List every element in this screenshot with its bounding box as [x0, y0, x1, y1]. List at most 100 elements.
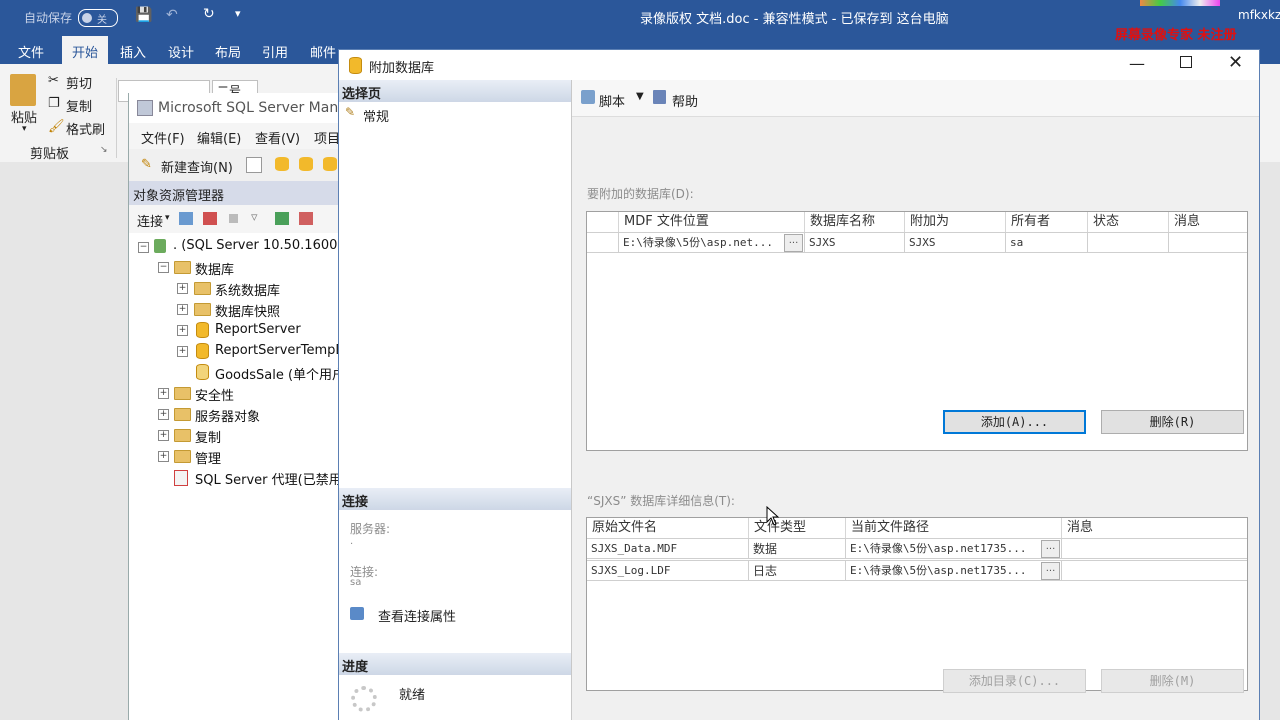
paste-dropdown-icon[interactable]: ▾ — [22, 124, 27, 134]
tree-reportservertempdb[interactable]: ReportServerTempDB — [215, 343, 354, 358]
ssms-window: Microsoft SQL Server Management Studio 文… — [128, 93, 450, 720]
col-message[interactable]: 消息 — [1169, 212, 1247, 232]
col-current-file-path[interactable]: 当前文件路径 — [846, 518, 1062, 538]
menu-view[interactable]: 查看(V) — [255, 128, 300, 147]
col-original-file-name[interactable]: 原始文件名 — [587, 518, 749, 538]
cell-file-path[interactable]: E:\待录像\5份\asp.net1735... — [846, 561, 1062, 581]
refresh-icon[interactable] — [275, 212, 289, 225]
undo-icon[interactable]: ↶ — [166, 7, 178, 23]
col-message[interactable]: 消息 — [1062, 518, 1247, 538]
format-painter-button[interactable]: 格式刷 — [66, 119, 105, 138]
script-icon — [581, 90, 595, 104]
tree-replication[interactable]: 复制 — [195, 427, 221, 446]
close-icon[interactable]: ✕ — [1228, 52, 1243, 73]
remove-file-button[interactable]: 删除(M) — [1101, 669, 1244, 693]
menu-edit[interactable]: 编辑(E) — [197, 128, 241, 147]
browse-path-button[interactable]: ... — [1041, 562, 1060, 580]
browse-mdf-button[interactable]: ... — [784, 234, 803, 252]
add-catalog-button[interactable]: 添加目录(C)... — [943, 669, 1086, 693]
tab-design[interactable]: 设计 — [168, 42, 194, 61]
dmx-query-icon[interactable] — [323, 157, 337, 171]
tree-databases[interactable]: 数据库 — [195, 259, 234, 278]
customize-toolbar-icon[interactable]: ▾ — [235, 7, 241, 20]
db-query-icon[interactable] — [275, 157, 289, 171]
col-file-type[interactable]: 文件类型 — [749, 518, 846, 538]
col-status[interactable]: 状态 — [1088, 212, 1169, 232]
dialog-content: 脚本 ▼ 帮助 要附加的数据库(D): MDF 文件位置 数据库名称 附加为 所… — [572, 80, 1259, 720]
cell-status — [1088, 233, 1169, 253]
help-button[interactable]: 帮助 — [672, 91, 698, 110]
filter-icon[interactable]: ▿ — [251, 210, 258, 225]
expand-icon[interactable]: + — [177, 325, 188, 336]
remove-button[interactable]: 删除(R) — [1101, 410, 1244, 434]
expand-icon[interactable]: + — [158, 388, 169, 399]
save-icon[interactable]: 💾 — [135, 7, 152, 23]
tab-mailings[interactable]: 邮件 — [310, 42, 336, 61]
connect-dropdown-icon[interactable]: ▾ — [165, 213, 170, 223]
col-database-name[interactable]: 数据库名称 — [805, 212, 905, 232]
add-button[interactable]: 添加(A)... — [943, 410, 1086, 434]
maximize-icon[interactable] — [1180, 56, 1192, 68]
connect-icon[interactable] — [179, 212, 193, 225]
view-connection-properties-link[interactable]: 查看连接属性 — [378, 606, 456, 625]
redo-icon[interactable]: ↻ — [203, 6, 215, 22]
page-general[interactable]: 常规 — [363, 106, 389, 125]
tree-reportserver[interactable]: ReportServer — [215, 322, 301, 337]
row-selector[interactable] — [587, 233, 619, 253]
tree-security[interactable]: 安全性 — [195, 385, 234, 404]
table-row[interactable]: E:\待录像\5份\asp.net... ... SJXS SJXS sa — [587, 232, 1247, 253]
expand-icon[interactable]: + — [158, 430, 169, 441]
copy-button[interactable]: 复制 — [66, 96, 92, 115]
browse-path-button[interactable]: ... — [1041, 540, 1060, 558]
table-row[interactable]: SJXS_Log.LDF 日志 E:\待录像\5份\asp.net1735...… — [587, 560, 1247, 581]
tab-file[interactable]: 文件 — [18, 42, 44, 61]
tree-management[interactable]: 管理 — [195, 448, 221, 467]
tab-references[interactable]: 引用 — [262, 42, 288, 61]
mdx-query-icon[interactable] — [299, 157, 313, 171]
tree-database-snapshots[interactable]: 数据库快照 — [215, 301, 280, 320]
stop-icon[interactable] — [229, 214, 238, 223]
collapse-databases-icon[interactable]: − — [158, 262, 169, 273]
cell-owner[interactable]: sa — [1006, 233, 1088, 253]
cut-button[interactable]: 剪切 — [66, 73, 92, 92]
row-selector-header — [587, 212, 619, 232]
cell-mdf-location[interactable]: E:\待录像\5份\asp.net... — [619, 233, 805, 253]
col-attach-as[interactable]: 附加为 — [905, 212, 1006, 232]
connect-button[interactable]: 连接 — [137, 211, 163, 230]
disconnect-icon[interactable] — [203, 212, 217, 225]
col-mdf-location[interactable]: MDF 文件位置 — [619, 212, 805, 232]
expand-icon[interactable]: + — [177, 283, 188, 294]
menu-file[interactable]: 文件(F) — [141, 128, 185, 147]
tree-goodssale[interactable]: GoodsSale (单个用户) — [215, 364, 350, 383]
table-row[interactable]: SJXS_Data.MDF 数据 E:\待录像\5份\asp.net1735..… — [587, 538, 1247, 559]
paste-icon[interactable] — [10, 74, 36, 106]
expand-icon[interactable]: + — [158, 409, 169, 420]
cell-database-name[interactable]: SJXS — [805, 233, 905, 253]
menu-project[interactable]: 项目 — [314, 128, 340, 147]
tab-layout[interactable]: 布局 — [215, 42, 241, 61]
user-name[interactable]: mfkxkz — [1238, 8, 1280, 22]
tab-insert[interactable]: 插入 — [120, 42, 146, 61]
activity-monitor-icon[interactable] — [299, 212, 313, 225]
database-details-grid: 原始文件名 文件类型 当前文件路径 消息 SJXS_Data.MDF 数据 E:… — [586, 517, 1248, 691]
expand-icon[interactable]: + — [177, 304, 188, 315]
cell-file-path[interactable]: E:\待录像\5份\asp.net1735... — [846, 539, 1062, 559]
tree-system-databases[interactable]: 系统数据库 — [215, 280, 280, 299]
folder-icon — [174, 261, 191, 274]
script-dropdown-icon[interactable]: ▼ — [636, 91, 644, 102]
minimize-icon[interactable]: — — [1129, 54, 1145, 73]
open-file-icon[interactable] — [246, 157, 262, 173]
cell-attach-as[interactable]: SJXS — [905, 233, 1006, 253]
clipboard-launcher-icon[interactable]: ↘ — [100, 145, 108, 155]
new-query-button[interactable]: 新建查询(N) — [161, 157, 233, 176]
expand-icon[interactable]: + — [158, 451, 169, 462]
collapse-server-icon[interactable]: − — [138, 242, 149, 253]
col-owner[interactable]: 所有者 — [1006, 212, 1088, 232]
tree-server-objects[interactable]: 服务器对象 — [195, 406, 260, 425]
autosave-toggle[interactable]: 关 — [78, 9, 118, 27]
expand-icon[interactable]: + — [177, 346, 188, 357]
ssms-app-icon — [137, 100, 153, 116]
dialog-left-pane: 选择页 ✎ 常规 连接 服务器: . 连接: sa 查看连接属性 进度 就绪 — [339, 80, 572, 720]
script-button[interactable]: 脚本 — [599, 91, 625, 110]
folder-icon — [174, 387, 191, 400]
